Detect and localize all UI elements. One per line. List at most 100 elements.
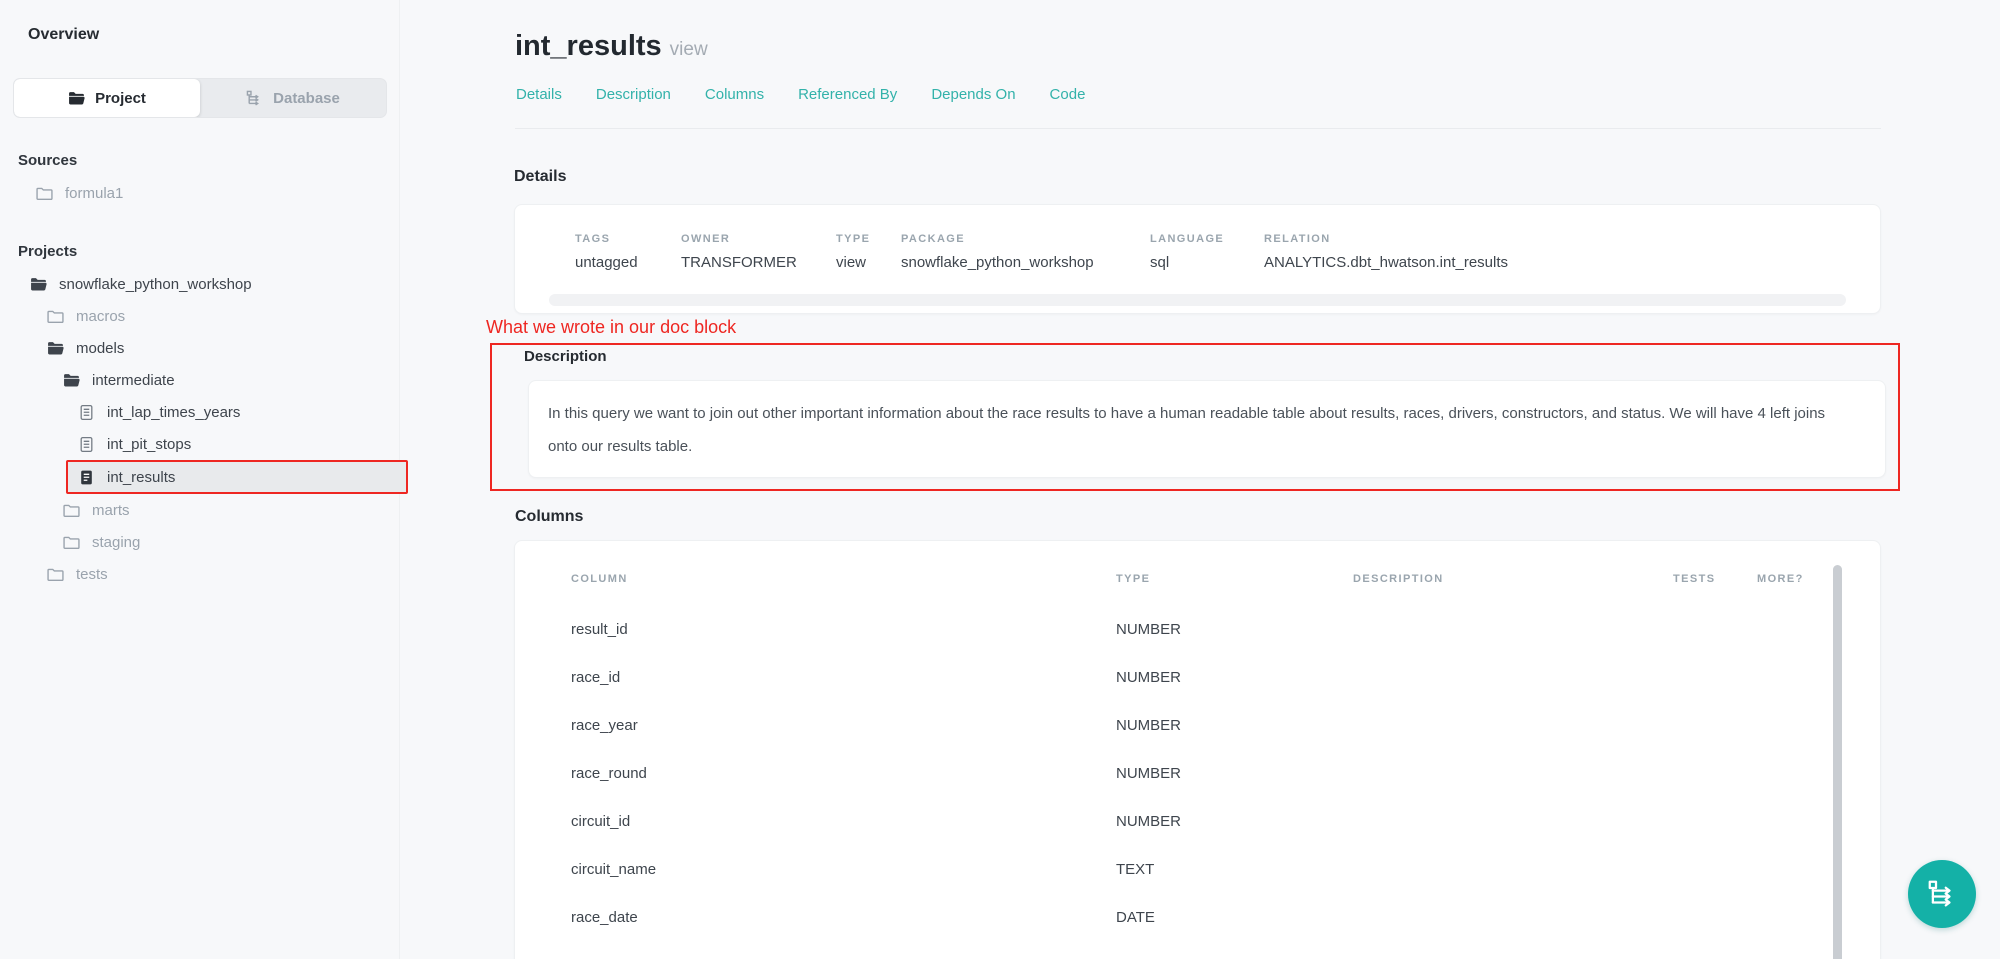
details-card: TAGS untagged OWNER TRANSFORMER TYPE vie…: [514, 204, 1881, 314]
column-name: result_id: [571, 621, 1116, 638]
field-label: TAGS: [575, 233, 681, 245]
tab-code[interactable]: Code: [1050, 86, 1086, 103]
table-row-race-time[interactable]: race_time TIME: [571, 941, 1880, 959]
table-row-race-id[interactable]: race_id NUMBER: [571, 653, 1880, 701]
folder-open-icon: [63, 372, 80, 389]
details-horizontal-scrollbar[interactable]: [549, 294, 1846, 306]
project-tab-label: Project: [95, 90, 146, 107]
columns-table-header: COLUMN TYPE DESCRIPTION TESTS MORE?: [571, 573, 1880, 589]
details-field-tags: TAGS untagged: [575, 233, 681, 271]
header-description: DESCRIPTION: [1353, 573, 1673, 589]
tab-columns[interactable]: Columns: [705, 86, 764, 103]
sidebar-item-tests[interactable]: tests: [0, 558, 399, 590]
sidebar-item-formula1[interactable]: formula1: [0, 177, 399, 209]
details-field-relation: RELATION ANALYTICS.dbt_hwatson.int_resul…: [1264, 233, 1880, 271]
header-tests: TESTS: [1673, 573, 1757, 589]
table-row-race-year[interactable]: race_year NUMBER: [571, 701, 1880, 749]
folder-icon: [47, 308, 64, 325]
sidebar-item-int-pit-stops[interactable]: int_pit_stops: [0, 428, 399, 460]
field-label: TYPE: [836, 233, 901, 245]
tree-item-label: intermediate: [92, 372, 175, 389]
tree-item-label: models: [76, 340, 124, 357]
field-value: sql: [1150, 254, 1264, 271]
dbt-docs-page: Overview Project Database Sources formul…: [0, 0, 2000, 959]
column-type: NUMBER: [1116, 813, 1353, 830]
table-row-race-round[interactable]: race_round NUMBER: [571, 749, 1880, 797]
field-value: untagged: [575, 254, 681, 271]
sidebar-item-snowflake-python-workshop[interactable]: snowflake_python_workshop: [0, 268, 399, 300]
database-tab[interactable]: Database: [200, 79, 386, 117]
column-type: DATE: [1116, 909, 1353, 926]
sidebar-item-models[interactable]: models: [0, 332, 399, 364]
tree-item-label: marts: [92, 502, 130, 519]
columns-vertical-scrollbar[interactable]: [1833, 565, 1842, 959]
sidebar: Overview Project Database Sources formul…: [0, 0, 400, 959]
tree-item-label: tests: [76, 566, 108, 583]
source-label: formula1: [65, 185, 123, 202]
sidebar-item-int-lap-times-years[interactable]: int_lap_times_years: [0, 396, 399, 428]
tab-details[interactable]: Details: [516, 86, 562, 103]
sidebar-item-macros[interactable]: macros: [0, 300, 399, 332]
folder-open-icon: [68, 90, 85, 107]
column-type: NUMBER: [1116, 717, 1353, 734]
tab-depends-on[interactable]: Depends On: [931, 86, 1015, 103]
file-solid-icon: [78, 469, 95, 486]
column-name: circuit_id: [571, 813, 1116, 830]
tab-description[interactable]: Description: [596, 86, 671, 103]
lineage-fab-button[interactable]: [1908, 860, 1976, 928]
view-toggle: Project Database: [13, 78, 387, 118]
table-row-race-date[interactable]: race_date DATE: [571, 893, 1880, 941]
column-name: circuit_name: [571, 861, 1116, 878]
lineage-icon: [246, 90, 263, 107]
column-name: race_year: [571, 717, 1116, 734]
header-type: TYPE: [1116, 573, 1353, 589]
table-row-circuit-name[interactable]: circuit_name TEXT: [571, 845, 1880, 893]
file-icon: [78, 404, 95, 421]
project-tab[interactable]: Project: [14, 79, 200, 117]
project-tree: snowflake_python_workshop macros models …: [0, 268, 399, 590]
sidebar-item-marts[interactable]: marts: [0, 494, 399, 526]
tree-item-label: int_lap_times_years: [107, 404, 240, 421]
columns-heading: Columns: [515, 508, 583, 526]
overview-heading[interactable]: Overview: [28, 26, 399, 44]
details-field-owner: OWNER TRANSFORMER: [681, 233, 836, 271]
field-value: TRANSFORMER: [681, 254, 836, 271]
sources-heading: Sources: [18, 152, 399, 169]
field-label: OWNER: [681, 233, 836, 245]
sidebar-item-staging[interactable]: staging: [0, 526, 399, 558]
tab-referenced-by[interactable]: Referenced By: [798, 86, 897, 103]
tree-item-label: int_results: [107, 469, 175, 486]
tree-item-label: staging: [92, 534, 140, 551]
folder-icon: [63, 534, 80, 551]
field-label: LANGUAGE: [1150, 233, 1264, 245]
field-label: PACKAGE: [901, 233, 1150, 245]
header-more: MORE?: [1757, 573, 1880, 589]
folder-open-icon: [30, 276, 47, 293]
field-value: view: [836, 254, 901, 271]
tree-item-label: int_pit_stops: [107, 436, 191, 453]
columns-card: COLUMN TYPE DESCRIPTION TESTS MORE? resu…: [514, 540, 1881, 959]
field-value: snowflake_python_workshop: [901, 254, 1150, 271]
tree-item-label: snowflake_python_workshop: [59, 276, 252, 293]
file-icon: [78, 436, 95, 453]
column-name: race_date: [571, 909, 1116, 926]
anchor-tabs: Details Description Columns Referenced B…: [516, 86, 1085, 103]
details-heading: Details: [514, 168, 566, 186]
folder-icon: [63, 502, 80, 519]
sidebar-item-intermediate[interactable]: intermediate: [0, 364, 399, 396]
table-row-circuit-id[interactable]: circuit_id NUMBER: [571, 797, 1880, 845]
folder-icon: [36, 185, 53, 202]
column-name: race_id: [571, 669, 1116, 686]
column-type: NUMBER: [1116, 669, 1353, 686]
table-row-result-id[interactable]: result_id NUMBER: [571, 605, 1880, 653]
description-card: In this query we want to join out other …: [528, 380, 1886, 478]
folder-icon: [47, 566, 64, 583]
column-type: NUMBER: [1116, 621, 1353, 638]
folder-open-icon: [47, 340, 64, 357]
lineage-icon: [1927, 879, 1957, 909]
field-label: RELATION: [1264, 233, 1880, 245]
tabs-divider: [515, 128, 1881, 129]
page-title: int_resultsview: [515, 30, 708, 63]
header-column: COLUMN: [571, 573, 1116, 589]
sidebar-item-int-results-selected[interactable]: int_results: [66, 460, 408, 494]
